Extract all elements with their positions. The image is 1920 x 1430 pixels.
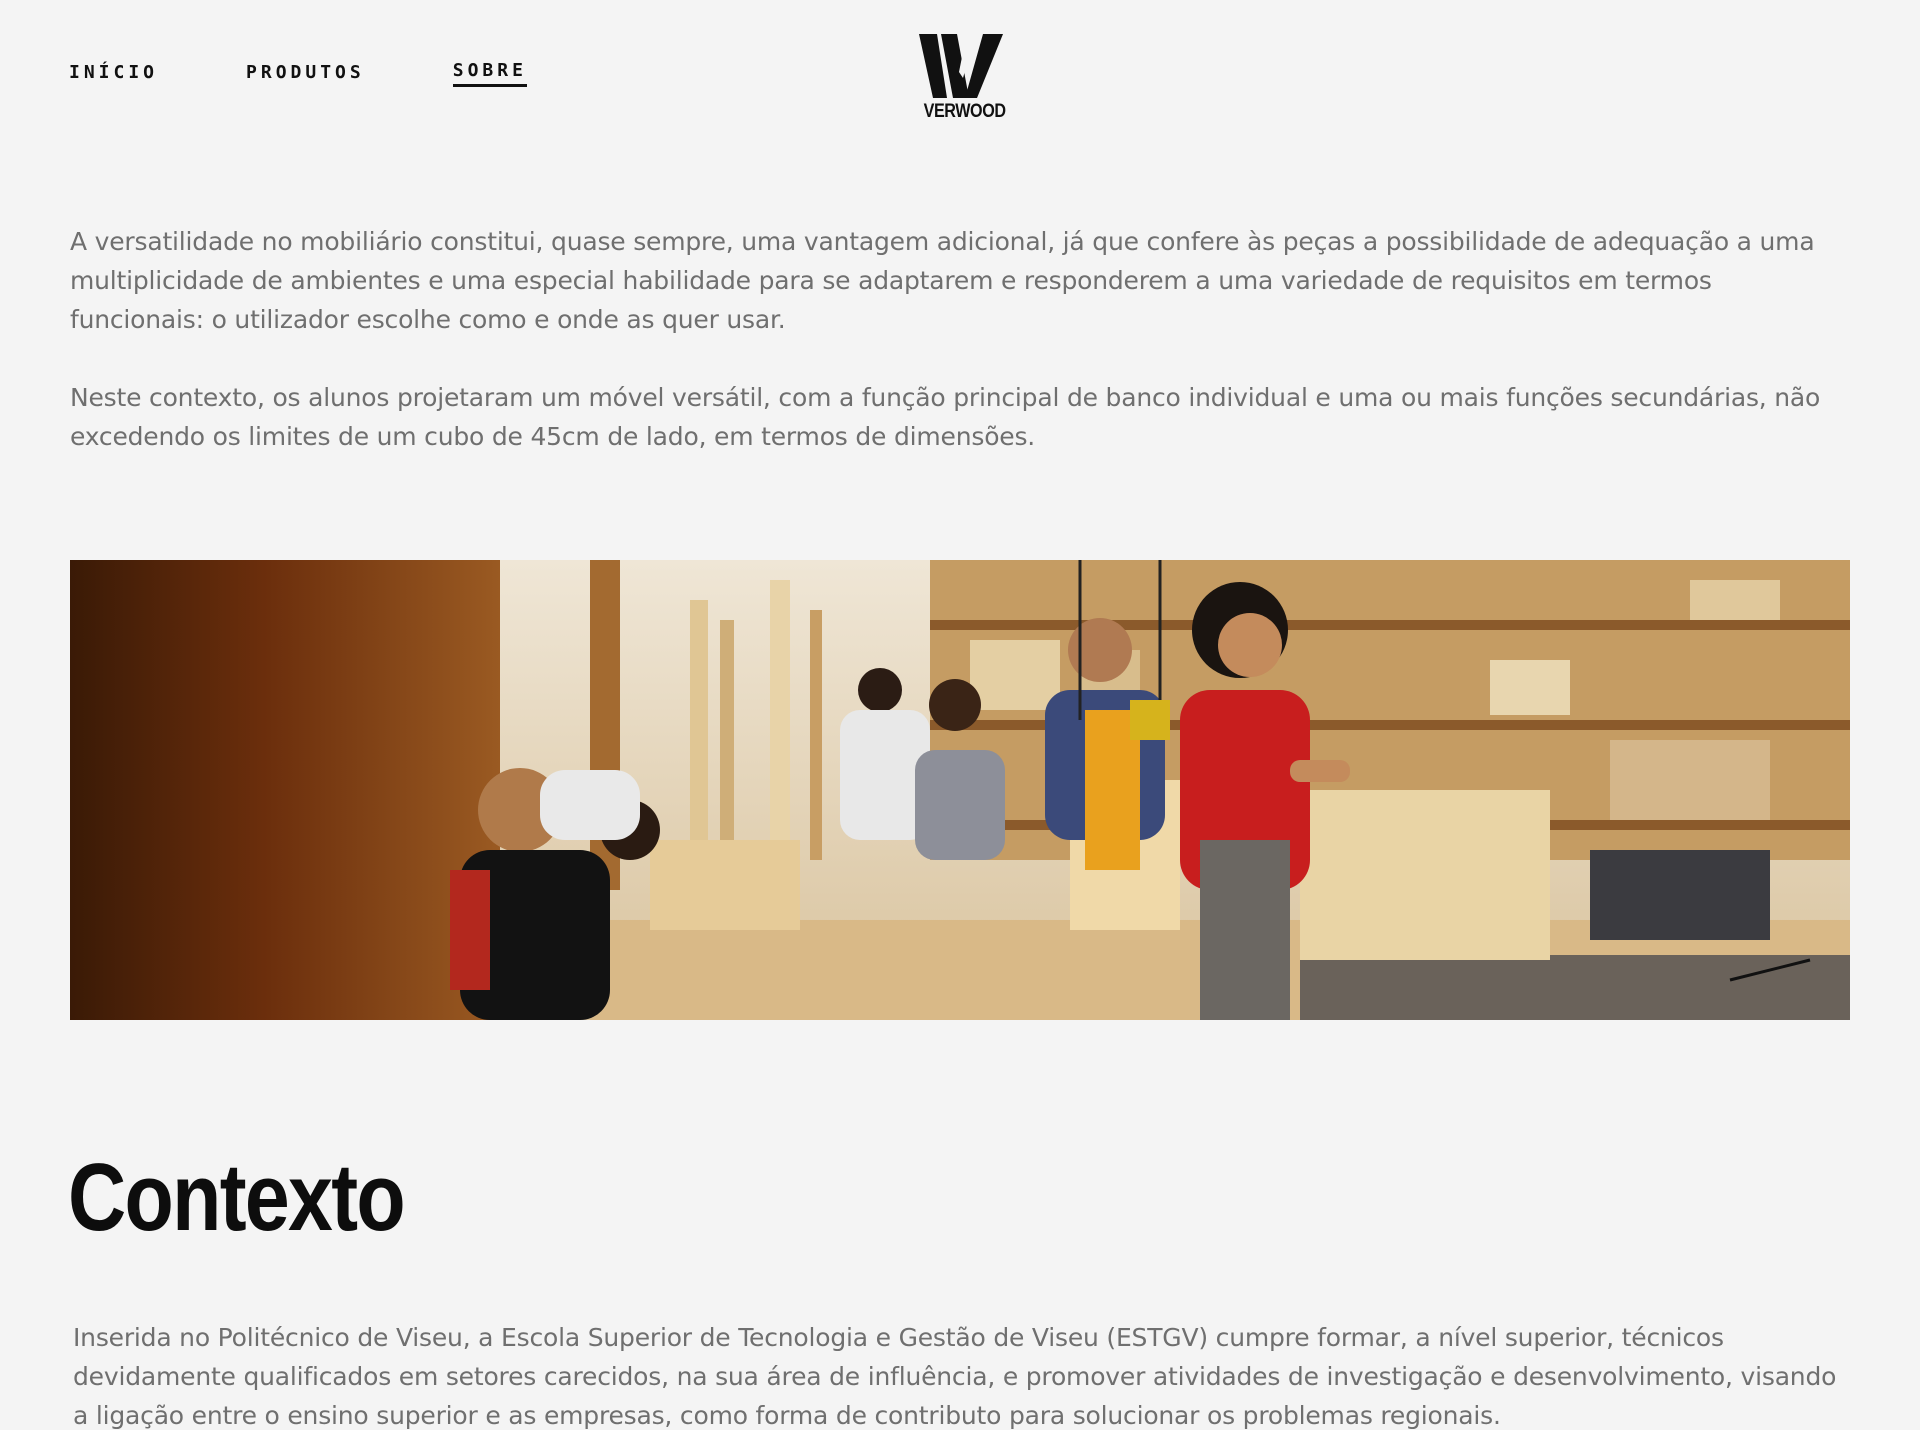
context-paragraph: Inserida no Politécnico de Viseu, a Esco…	[73, 1323, 1837, 1430]
nav-link-sobre[interactable]: SOBRE	[452, 62, 527, 87]
nav-link-inicio[interactable]: INÍCIO	[69, 63, 158, 86]
nav-link-produtos[interactable]: PRODUTOS	[246, 63, 365, 86]
context-heading: Contexto	[68, 1144, 406, 1251]
w-logo-icon	[919, 34, 1003, 98]
main-nav: INÍCIO PRODUTOS SOBRE	[69, 62, 527, 87]
logo-wordmark: VERWOOD	[923, 101, 1006, 122]
workshop-photo	[70, 560, 1850, 1020]
brand-logo[interactable]: VERWOOD	[917, 32, 1006, 122]
intro-paragraph-1: A versatilidade no mobiliário constitui,…	[70, 227, 1815, 334]
intro-paragraph-2: Neste contexto, os alunos projetaram um …	[70, 383, 1821, 451]
